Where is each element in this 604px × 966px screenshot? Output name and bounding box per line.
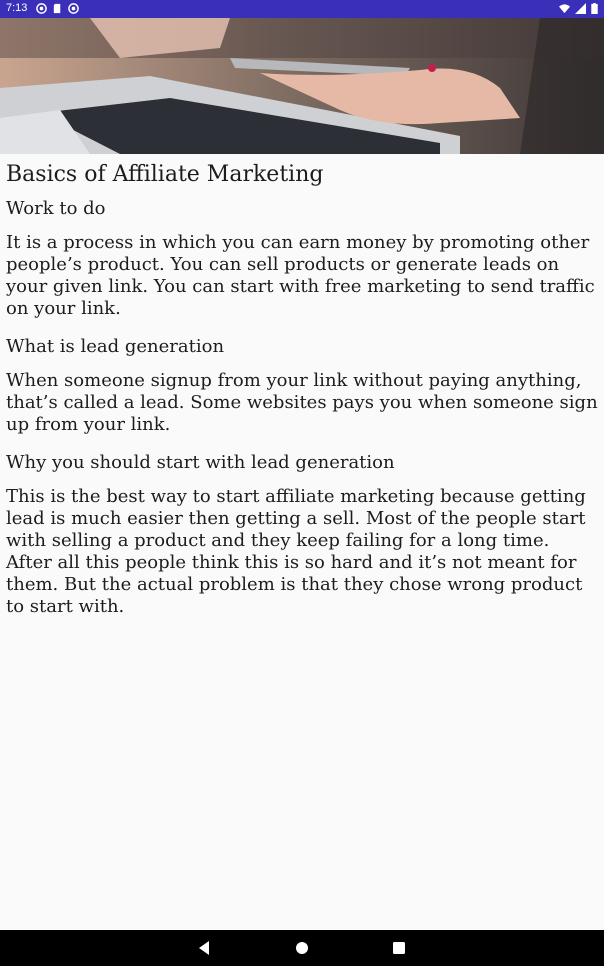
status-bar: 7:13 [0, 0, 604, 18]
sync-icon [36, 3, 47, 14]
section-heading: Work to do [6, 198, 106, 219]
article-section: Why you should start with lead generatio… [6, 450, 598, 618]
section-heading: Why you should start with lead generatio… [6, 452, 395, 473]
section-body: This is the best way to start affiliate … [6, 486, 586, 617]
home-icon[interactable] [295, 941, 309, 955]
back-icon[interactable] [197, 940, 211, 956]
laptop-phone-photo [0, 18, 604, 154]
section-heading: What is lead generation [6, 336, 225, 357]
article-section: Work to do It is a process in which you … [6, 196, 598, 320]
section-body: When someone signup from your link witho… [6, 370, 598, 435]
navigation-bar [0, 930, 604, 966]
recents-icon[interactable] [392, 941, 406, 955]
section-body: It is a process in which you can earn mo… [6, 232, 595, 319]
wifi-icon [559, 4, 570, 14]
article: Basics of Affiliate Marketing Work to do… [6, 158, 598, 632]
signal-icon [575, 3, 586, 14]
article-title: Basics of Affiliate Marketing [6, 162, 324, 187]
article-section: What is lead generation When someone sig… [6, 334, 598, 436]
battery-icon [591, 3, 598, 14]
status-time: 7:13 [6, 2, 28, 14]
sd-card-icon [53, 3, 61, 14]
hero-image [0, 18, 604, 154]
sync-icon [68, 3, 79, 14]
